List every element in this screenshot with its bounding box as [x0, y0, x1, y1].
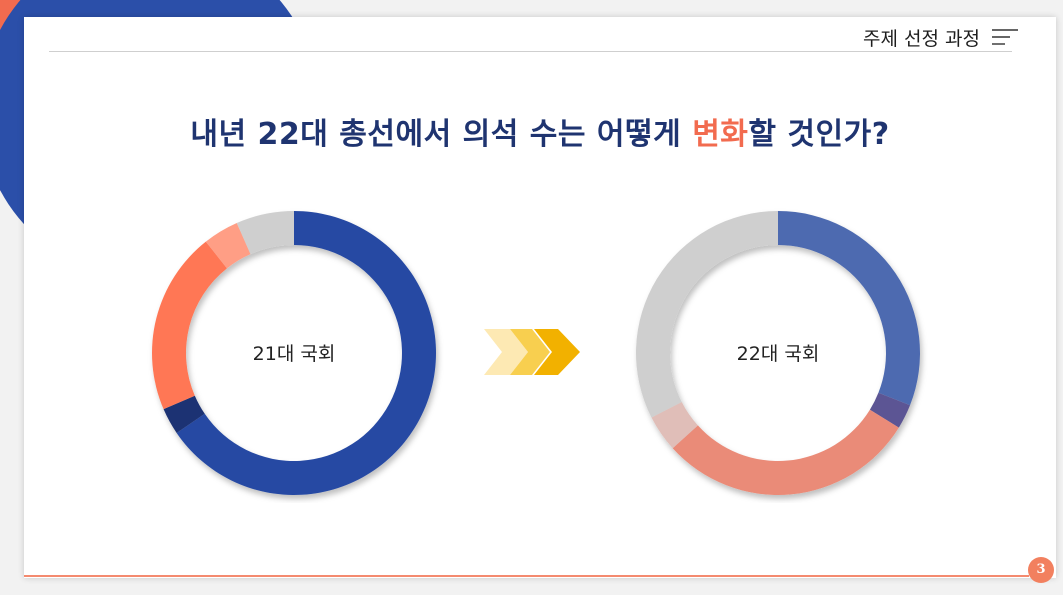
donut-22-segment-0 [778, 211, 920, 406]
headline-highlight: 변화 [692, 117, 749, 152]
section-title: 주제 선정 과정 [863, 28, 980, 50]
page-number-badge: 3 [1028, 557, 1054, 583]
menu-lines-icon [992, 29, 1018, 45]
footer-divider [24, 575, 1029, 577]
header-divider [49, 51, 1012, 52]
headline-suffix: 할 것인가? [748, 117, 890, 152]
page-headline: 내년 22대 총선에서 의석 수는 어떻게 변화할 것인가? [24, 109, 1056, 153]
slide: 주제 선정 과정 내년 22대 총선에서 의석 수는 어떻게 변화할 것인가? … [24, 17, 1056, 578]
chart-label-22: 22대 국회 [736, 343, 820, 365]
chart-label-21: 21대 국회 [252, 343, 336, 365]
donut-22-segment-2 [672, 409, 899, 495]
headline-prefix: 내년 22대 총선에서 의석 수는 어떻게 [190, 117, 693, 152]
donut-22-segment-4 [636, 211, 778, 418]
chevron-arrows-icon [484, 329, 580, 375]
donut-21-segment-2 [152, 241, 227, 410]
